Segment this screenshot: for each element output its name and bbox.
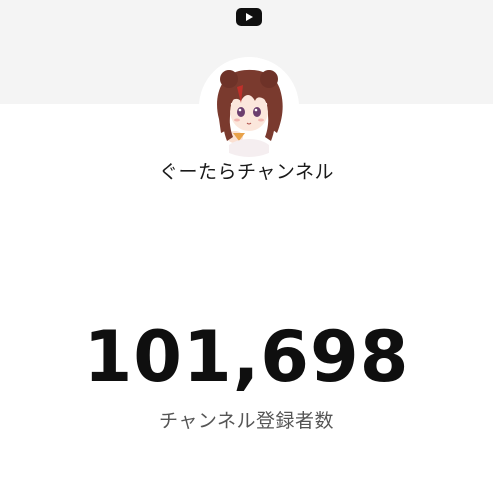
subscriber-label: チャンネル登録者数 [159, 410, 334, 432]
anime-girl-avatar-icon [199, 57, 299, 157]
channel-name[interactable]: ぐーたらチャンネル [0, 157, 493, 184]
subscriber-count: 101,698 [83, 316, 410, 398]
youtube-logo-icon[interactable] [236, 8, 262, 26]
channel-avatar[interactable] [199, 57, 299, 157]
subscriber-counter-page: ぐーたらチャンネル 101,698 チャンネル登録者数 [0, 0, 493, 493]
